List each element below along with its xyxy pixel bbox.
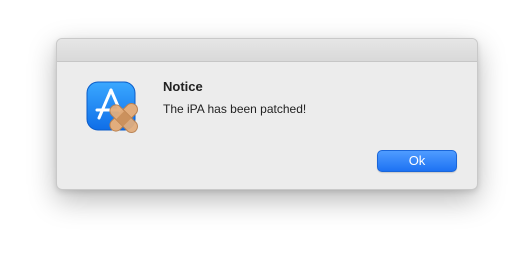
app-store-bandage-icon	[85, 80, 141, 136]
dialog-title: Notice	[163, 79, 203, 94]
notice-dialog: Notice The iPA has been patched! Ok	[56, 38, 478, 190]
ok-button[interactable]: Ok	[377, 150, 457, 172]
dialog-message: The iPA has been patched!	[163, 102, 307, 116]
dialog-titlebar[interactable]	[57, 39, 477, 62]
